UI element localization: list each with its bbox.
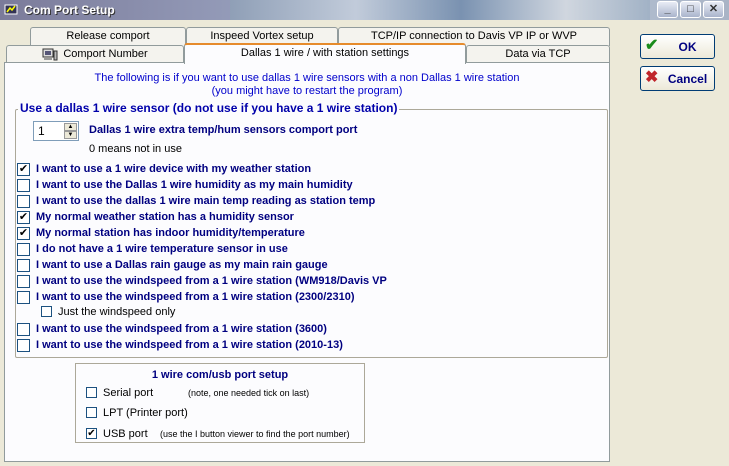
port-label: LPT (Printer port): [103, 407, 188, 419]
down-arrow-icon[interactable]: ▼: [64, 131, 77, 139]
option-label: My normal weather station has a humidity…: [36, 211, 294, 223]
option-label: I want to use the windspeed from a 1 wir…: [36, 323, 327, 335]
port-setup-title: 1 wire com/usb port setup: [151, 369, 289, 381]
port-setup-group: 1 wire com/usb port setup Serial port (n…: [75, 363, 365, 443]
tab-label: Release comport: [66, 30, 150, 42]
info-text-line1: The following is if you want to use dall…: [94, 72, 520, 84]
port-label: USB port: [103, 428, 148, 440]
tab-label: TCP/IP connection to Davis VP IP or WVP: [370, 30, 578, 42]
weather-app-icon[interactable]: [4, 3, 18, 17]
tab-label: Comport Number: [63, 48, 148, 60]
option-label: Just the windspeed only: [58, 306, 176, 318]
tab-label: Data via TCP: [505, 48, 571, 60]
checkbox[interactable]: [86, 407, 97, 418]
group-title: Use a dallas 1 wire sensor (do not use i…: [18, 101, 400, 115]
checkbox[interactable]: [17, 243, 30, 256]
option-label: I want to use the Dallas 1 wire humidity…: [36, 179, 353, 191]
cancel-label: Cancel: [667, 72, 708, 86]
checkbox[interactable]: [17, 323, 30, 336]
checkbox[interactable]: ✔: [86, 428, 97, 439]
checkbox[interactable]: [17, 291, 30, 304]
comport-value: 1: [38, 124, 45, 138]
info-text-line2: (you might have to restart the program): [211, 85, 403, 97]
tab-dallas-1-wire[interactable]: Dallas 1 wire / with station settings: [184, 43, 466, 64]
checkbox[interactable]: [17, 259, 30, 272]
x-mark-icon: ✖: [645, 69, 659, 86]
port-note: (use the I button viewer to find the por…: [160, 429, 350, 439]
tab-label: Dallas 1 wire / with station settings: [240, 47, 410, 59]
checkmark-icon: ✔: [645, 37, 659, 54]
option-label: I want to use a Dallas rain gauge as my …: [36, 259, 328, 271]
option-label: I want to use the windspeed from a 1 wir…: [36, 291, 355, 303]
tab-panel: The following is if you want to use dall…: [4, 62, 610, 462]
checkbox[interactable]: ✔: [17, 211, 30, 224]
checkbox[interactable]: [17, 195, 30, 208]
computer-icon: [42, 48, 58, 61]
ok-label: OK: [678, 40, 697, 54]
option-label: I do not have a 1 wire temperature senso…: [36, 243, 288, 255]
title-bar[interactable]: Com Port Setup _ □ ✕: [0, 0, 729, 20]
checkbox[interactable]: ✔: [17, 227, 30, 240]
minimize-icon[interactable]: _: [657, 1, 678, 18]
option-label: I want to use a 1 wire device with my we…: [36, 163, 312, 175]
checkbox[interactable]: [17, 275, 30, 288]
comport-label: Dallas 1 wire extra temp/hum sensors com…: [89, 124, 358, 136]
tab-label: Inspeed Vortex setup: [210, 30, 314, 42]
option-label: My normal station has indoor humidity/te…: [36, 227, 305, 239]
window-title: Com Port Setup: [24, 3, 115, 17]
close-icon[interactable]: ✕: [703, 1, 724, 18]
port-note: (note, one needed tick on last): [188, 388, 310, 398]
ok-button[interactable]: ✔ OK: [640, 34, 715, 59]
title-bar-background: [230, 0, 650, 20]
cancel-button[interactable]: ✖ Cancel: [640, 66, 715, 91]
checkbox[interactable]: [86, 387, 97, 398]
checkbox[interactable]: [17, 339, 30, 352]
up-arrow-icon[interactable]: ▲: [64, 123, 77, 131]
option-label: I want to use the dallas 1 wire main tem…: [36, 195, 376, 207]
checkbox[interactable]: ✔: [17, 163, 30, 176]
maximize-icon[interactable]: □: [680, 1, 701, 18]
option-label: I want to use the windspeed from a 1 wir…: [36, 275, 387, 287]
comport-spinner[interactable]: 1 ▲ ▼: [33, 121, 79, 141]
comport-note: 0 means not in use: [89, 143, 182, 155]
checkbox[interactable]: [17, 179, 30, 192]
port-label: Serial port: [103, 387, 154, 399]
checkbox[interactable]: [41, 306, 52, 317]
tab-release-comport[interactable]: Release comport: [30, 27, 186, 46]
option-label: I want to use the windspeed from a 1 wir…: [36, 339, 343, 351]
